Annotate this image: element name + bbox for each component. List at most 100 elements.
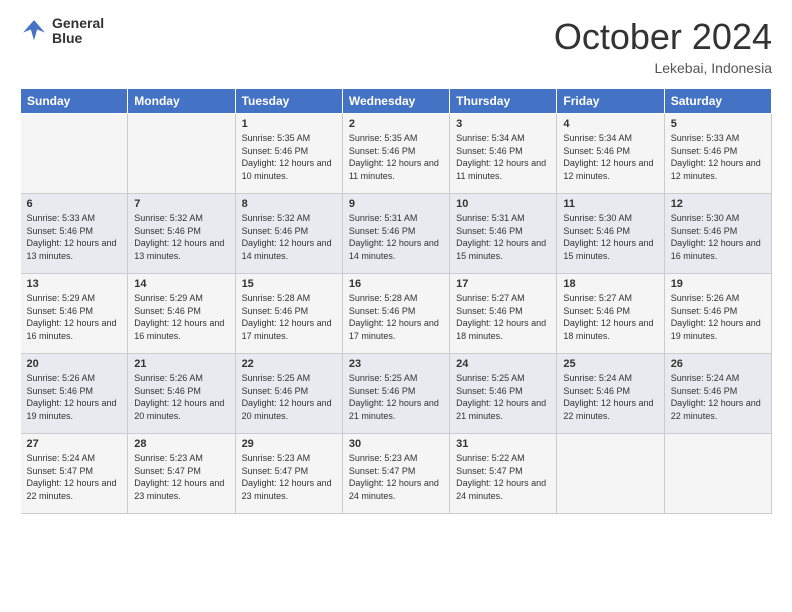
day-number: 3 <box>456 118 550 130</box>
day-info: Sunrise: 5:33 AMSunset: 5:46 PMDaylight:… <box>671 133 761 181</box>
calendar-table: SundayMondayTuesdayWednesdayThursdayFrid… <box>20 88 772 514</box>
calendar-week-row: 13Sunrise: 5:29 AMSunset: 5:46 PMDayligh… <box>21 274 772 354</box>
calendar-day-cell: 5 Sunrise: 5:33 AMSunset: 5:46 PMDaylight… <box>664 114 771 194</box>
calendar-day-cell: 27 Sunrise: 5:24 AMSunset: 5:47 PMDayligh… <box>21 434 128 514</box>
day-info: Sunrise: 5:32 AMSunset: 5:46 PMDaylight:… <box>242 213 332 261</box>
day-number: 1 <box>242 118 336 130</box>
title-area: October 2024 Lekebai, Indonesia <box>554 16 772 76</box>
calendar-day-cell: 6 Sunrise: 5:33 AMSunset: 5:46 PMDaylight… <box>21 194 128 274</box>
day-number: 4 <box>563 118 657 130</box>
calendar-day-cell: 13Sunrise: 5:29 AMSunset: 5:46 PMDayligh… <box>21 274 128 354</box>
logo-line1: General <box>52 16 104 31</box>
day-number: 14 <box>134 278 228 290</box>
day-info: Sunrise: 5:32 AMSunset: 5:46 PMDaylight:… <box>134 213 224 261</box>
weekday-header-cell: Wednesday <box>342 89 449 114</box>
day-number: 17 <box>456 278 550 290</box>
day-info: Sunrise: 5:34 AMSunset: 5:46 PMDaylight:… <box>456 133 546 181</box>
day-number: 8 <box>242 198 336 210</box>
day-number: 19 <box>671 278 765 290</box>
calendar-day-cell: 26 Sunrise: 5:24 AMSunset: 5:46 PMDayligh… <box>664 354 771 434</box>
day-number: 15 <box>242 278 336 290</box>
calendar-day-cell: 14 Sunrise: 5:29 AMSunset: 5:46 PMDayligh… <box>128 274 235 354</box>
day-info: Sunrise: 5:26 AMSunset: 5:46 PMDaylight:… <box>27 373 117 421</box>
weekday-header-cell: Sunday <box>21 89 128 114</box>
weekday-header-cell: Friday <box>557 89 664 114</box>
day-info: Sunrise: 5:23 AMSunset: 5:47 PMDaylight:… <box>349 453 439 501</box>
calendar-day-cell: 15 Sunrise: 5:28 AMSunset: 5:46 PMDayligh… <box>235 274 342 354</box>
calendar-day-cell: 31 Sunrise: 5:22 AMSunset: 5:47 PMDayligh… <box>450 434 557 514</box>
day-number: 2 <box>349 118 443 130</box>
calendar-day-cell: 4 Sunrise: 5:34 AMSunset: 5:46 PMDaylight… <box>557 114 664 194</box>
calendar-day-cell: 20 Sunrise: 5:26 AMSunset: 5:46 PMDayligh… <box>21 354 128 434</box>
day-info: Sunrise: 5:28 AMSunset: 5:46 PMDaylight:… <box>242 293 332 341</box>
day-number: 26 <box>671 358 765 370</box>
day-info: Sunrise: 5:27 AMSunset: 5:46 PMDaylight:… <box>456 293 546 341</box>
calendar-day-cell: 23 Sunrise: 5:25 AMSunset: 5:46 PMDayligh… <box>342 354 449 434</box>
day-number: 23 <box>349 358 443 370</box>
logo-bird-icon <box>20 17 48 45</box>
day-number: 27 <box>27 438 122 450</box>
calendar-day-cell: 22 Sunrise: 5:25 AMSunset: 5:46 PMDayligh… <box>235 354 342 434</box>
calendar-body: 1 Sunrise: 5:35 AMSunset: 5:46 PMDaylight… <box>21 114 772 514</box>
day-info: Sunrise: 5:24 AMSunset: 5:47 PMDaylight:… <box>27 453 117 501</box>
day-number: 29 <box>242 438 336 450</box>
calendar-day-cell: 11 Sunrise: 5:30 AMSunset: 5:46 PMDayligh… <box>557 194 664 274</box>
header: General Blue October 2024 Lekebai, Indon… <box>20 16 772 76</box>
calendar-day-cell: 12 Sunrise: 5:30 AMSunset: 5:46 PMDayligh… <box>664 194 771 274</box>
calendar-week-row: 20 Sunrise: 5:26 AMSunset: 5:46 PMDayligh… <box>21 354 772 434</box>
logo: General Blue <box>20 16 104 47</box>
day-info: Sunrise: 5:23 AMSunset: 5:47 PMDaylight:… <box>242 453 332 501</box>
calendar-day-cell: 10Sunrise: 5:31 AMSunset: 5:46 PMDayligh… <box>450 194 557 274</box>
day-number: 21 <box>134 358 228 370</box>
calendar-day-cell <box>557 434 664 514</box>
calendar-day-cell: 19 Sunrise: 5:26 AMSunset: 5:46 PMDayligh… <box>664 274 771 354</box>
calendar-day-cell: 17 Sunrise: 5:27 AMSunset: 5:46 PMDayligh… <box>450 274 557 354</box>
day-number: 31 <box>456 438 550 450</box>
day-number: 12 <box>671 198 765 210</box>
day-info: Sunrise: 5:22 AMSunset: 5:47 PMDaylight:… <box>456 453 546 501</box>
weekday-header-cell: Saturday <box>664 89 771 114</box>
calendar-day-cell: 30 Sunrise: 5:23 AMSunset: 5:47 PMDayligh… <box>342 434 449 514</box>
day-number: 18 <box>563 278 657 290</box>
day-number: 20 <box>27 358 122 370</box>
day-number: 11 <box>563 198 657 210</box>
calendar-day-cell <box>21 114 128 194</box>
day-info: Sunrise: 5:26 AMSunset: 5:46 PMDaylight:… <box>134 373 224 421</box>
day-number: 5 <box>671 118 765 130</box>
day-number: 30 <box>349 438 443 450</box>
calendar-day-cell <box>664 434 771 514</box>
day-info: Sunrise: 5:31 AMSunset: 5:46 PMDaylight:… <box>349 213 439 261</box>
calendar-day-cell: 24Sunrise: 5:25 AMSunset: 5:46 PMDayligh… <box>450 354 557 434</box>
calendar-day-cell <box>128 114 235 194</box>
day-info: Sunrise: 5:34 AMSunset: 5:46 PMDaylight:… <box>563 133 653 181</box>
day-info: Sunrise: 5:25 AMSunset: 5:46 PMDaylight:… <box>349 373 439 421</box>
calendar-day-cell: 3 Sunrise: 5:34 AMSunset: 5:46 PMDaylight… <box>450 114 557 194</box>
day-number: 16 <box>349 278 443 290</box>
day-number: 25 <box>563 358 657 370</box>
calendar-day-cell: 29 Sunrise: 5:23 AMSunset: 5:47 PMDayligh… <box>235 434 342 514</box>
day-info: Sunrise: 5:30 AMSunset: 5:46 PMDaylight:… <box>563 213 653 261</box>
day-number: 22 <box>242 358 336 370</box>
day-info: Sunrise: 5:26 AMSunset: 5:46 PMDaylight:… <box>671 293 761 341</box>
day-number: 7 <box>134 198 228 210</box>
day-info: Sunrise: 5:35 AMSunset: 5:46 PMDaylight:… <box>242 133 332 181</box>
day-number: 6 <box>27 198 122 210</box>
day-info: Sunrise: 5:25 AMSunset: 5:46 PMDaylight:… <box>242 373 332 421</box>
logo-text: General Blue <box>52 16 104 47</box>
day-info: Sunrise: 5:24 AMSunset: 5:46 PMDaylight:… <box>671 373 761 421</box>
day-info: Sunrise: 5:29 AMSunset: 5:46 PMDaylight:… <box>27 293 117 341</box>
day-info: Sunrise: 5:28 AMSunset: 5:46 PMDaylight:… <box>349 293 439 341</box>
day-info: Sunrise: 5:24 AMSunset: 5:46 PMDaylight:… <box>563 373 653 421</box>
day-info: Sunrise: 5:35 AMSunset: 5:46 PMDaylight:… <box>349 133 439 181</box>
calendar-day-cell: 8 Sunrise: 5:32 AMSunset: 5:46 PMDaylight… <box>235 194 342 274</box>
day-info: Sunrise: 5:29 AMSunset: 5:46 PMDaylight:… <box>134 293 224 341</box>
page: General Blue October 2024 Lekebai, Indon… <box>0 0 792 612</box>
day-info: Sunrise: 5:25 AMSunset: 5:46 PMDaylight:… <box>456 373 546 421</box>
calendar-week-row: 1 Sunrise: 5:35 AMSunset: 5:46 PMDaylight… <box>21 114 772 194</box>
day-info: Sunrise: 5:30 AMSunset: 5:46 PMDaylight:… <box>671 213 761 261</box>
calendar-week-row: 27 Sunrise: 5:24 AMSunset: 5:47 PMDayligh… <box>21 434 772 514</box>
day-info: Sunrise: 5:33 AMSunset: 5:46 PMDaylight:… <box>27 213 117 261</box>
calendar-day-cell: 18Sunrise: 5:27 AMSunset: 5:46 PMDayligh… <box>557 274 664 354</box>
calendar-day-cell: 2 Sunrise: 5:35 AMSunset: 5:46 PMDaylight… <box>342 114 449 194</box>
day-number: 28 <box>134 438 228 450</box>
